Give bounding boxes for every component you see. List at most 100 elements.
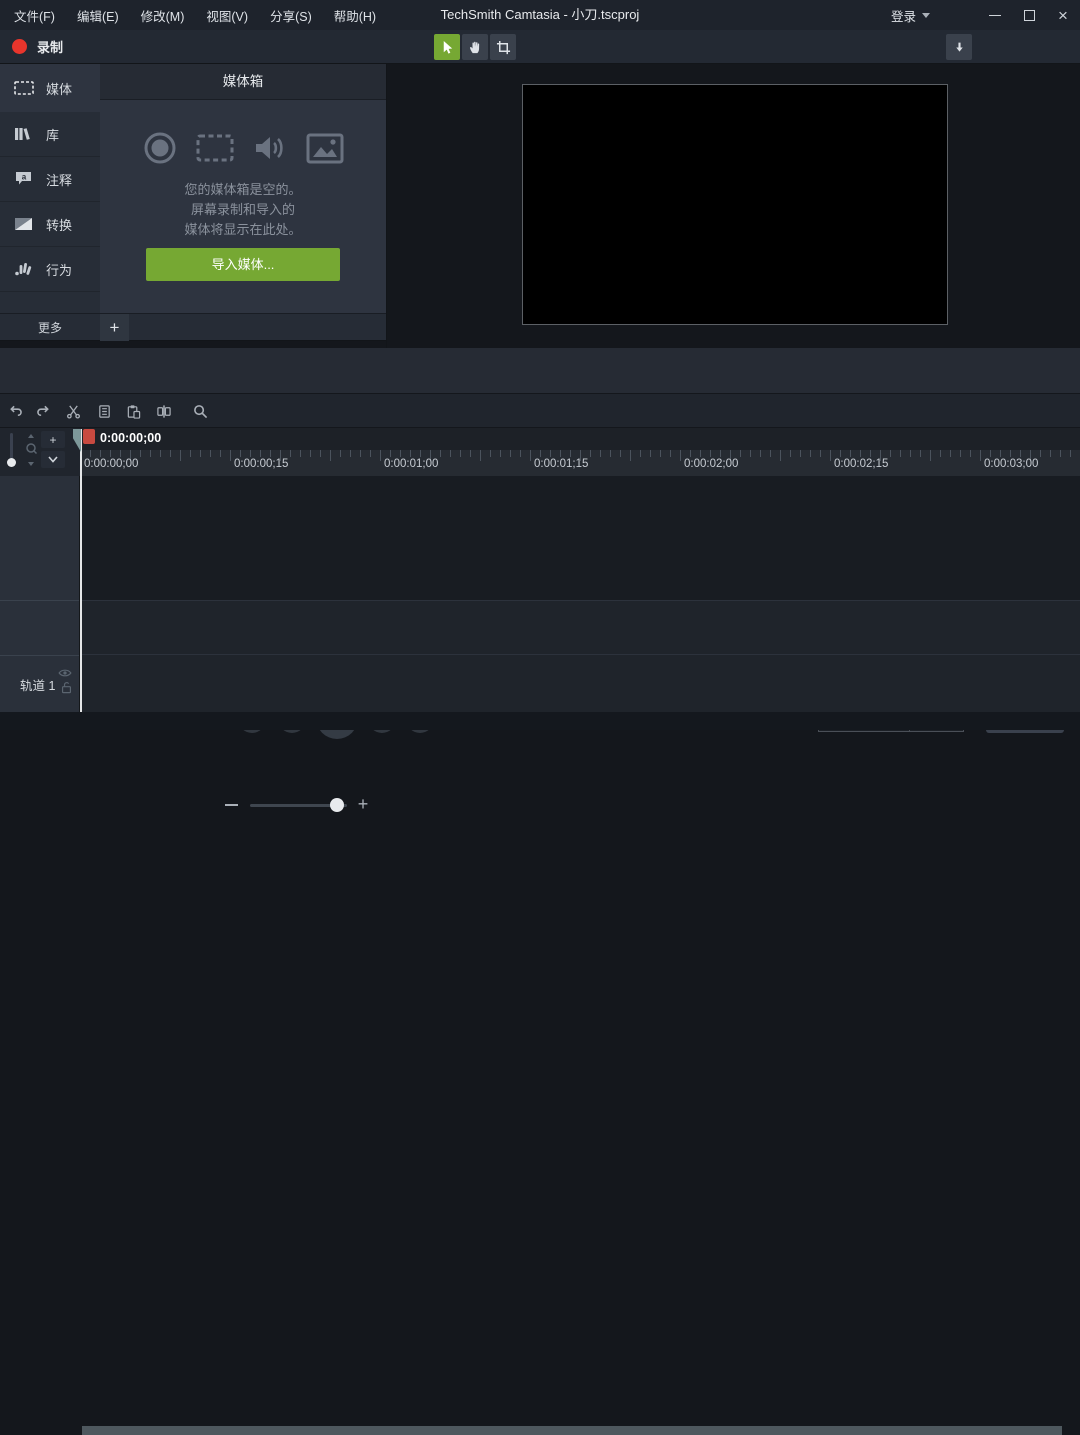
ruler-tick xyxy=(1000,450,1001,457)
record-button[interactable]: 录制 xyxy=(12,30,63,63)
sidebar-item-annotations[interactable]: a 注释 xyxy=(0,157,100,202)
ruler-tick xyxy=(550,450,551,457)
import-media-button[interactable]: 导入媒体... xyxy=(146,248,340,281)
ruler-tick xyxy=(610,450,611,457)
ruler-tick xyxy=(630,450,631,461)
signin-label: 登录 xyxy=(891,6,916,25)
zoom-in-button[interactable]: + xyxy=(356,798,370,812)
ruler-tick xyxy=(680,450,681,461)
add-track-button[interactable]: + xyxy=(41,431,65,448)
track-lock-toggle[interactable] xyxy=(61,681,72,694)
track-visibility-toggle[interactable] xyxy=(58,668,72,678)
track-options-button[interactable] xyxy=(41,451,65,468)
timeline-zoom-slider-knob[interactable] xyxy=(330,798,344,812)
timeline-tracks-area[interactable] xyxy=(80,476,1080,712)
track1-lane[interactable] xyxy=(80,655,1080,712)
record-circle-icon xyxy=(142,130,178,166)
ruler-tick xyxy=(620,450,621,457)
menu-modify[interactable]: 修改(M) xyxy=(130,0,196,30)
main-toolbar: 录制 22% 分享 xyxy=(0,30,1080,64)
close-button[interactable]: × xyxy=(1046,0,1080,30)
ruler-tick xyxy=(400,450,401,457)
minimize-button[interactable] xyxy=(978,0,1012,30)
horizontal-scrollbar-thumb[interactable] xyxy=(82,1426,1062,1435)
film-strip-icon xyxy=(14,80,34,96)
ruler-tick xyxy=(850,450,851,457)
sidebar-item-behaviors[interactable]: 行为 xyxy=(0,247,100,292)
track-height-slider-knob[interactable] xyxy=(7,458,16,467)
ruler-tick xyxy=(870,450,871,457)
eye-icon xyxy=(58,668,72,678)
playhead-out-marker[interactable] xyxy=(83,429,95,444)
timeline-corner-controls: + xyxy=(0,428,80,476)
ruler-tick xyxy=(970,450,971,457)
ruler-tick xyxy=(990,450,991,457)
split-button[interactable] xyxy=(152,399,176,423)
ruler-tick xyxy=(230,450,231,461)
timeline-toolbar: + xyxy=(0,394,1080,428)
ruler-tick xyxy=(490,450,491,457)
ruler-tick xyxy=(310,450,311,457)
menu-file[interactable]: 文件(F) xyxy=(3,0,66,30)
playback-bar: 00:00 / 00:00 30 fps 属性 xyxy=(0,348,1080,394)
sidebar-item-label: 库 xyxy=(46,125,59,144)
ruler-tick xyxy=(770,450,771,457)
sidebar-item-media[interactable]: 媒体 xyxy=(0,64,100,112)
add-media-button[interactable]: + xyxy=(100,314,129,341)
ruler-tick xyxy=(160,450,161,457)
copy-button[interactable] xyxy=(92,399,116,423)
panel-bottom-bar: 更多 + xyxy=(0,313,386,341)
maximize-button[interactable] xyxy=(1012,0,1046,30)
pan-tool-button[interactable] xyxy=(462,34,488,60)
crop-tool-button[interactable] xyxy=(490,34,516,60)
ruler-tick xyxy=(190,450,191,457)
ruler-tick xyxy=(410,450,411,457)
cut-button[interactable] xyxy=(61,399,85,423)
menu-edit[interactable]: 编辑(E) xyxy=(66,0,130,30)
ruler-tick xyxy=(950,450,951,457)
cursor-tool-button[interactable] xyxy=(434,34,460,60)
undo-button[interactable] xyxy=(4,399,28,423)
chevron-down-icon xyxy=(922,13,930,18)
timeline-zoom-button[interactable] xyxy=(188,399,212,423)
svg-text:a: a xyxy=(22,173,27,182)
zoom-out-button[interactable] xyxy=(225,804,238,806)
preview-stage[interactable] xyxy=(522,84,948,325)
minimize-icon xyxy=(989,15,1001,16)
timeline-ruler[interactable]: 0:00:00;00 0:00:00;15 0:00:01;00 0:00:01… xyxy=(80,428,1080,476)
menu-view[interactable]: 视图(V) xyxy=(195,0,259,30)
ruler-tick xyxy=(940,450,941,457)
split-icon xyxy=(156,404,172,419)
ruler-tick xyxy=(380,450,381,461)
export-download-button[interactable] xyxy=(946,34,972,60)
ruler-tick xyxy=(370,450,371,457)
ruler-tick xyxy=(830,450,831,461)
ruler-tick xyxy=(270,450,271,457)
menu-share[interactable]: 分享(S) xyxy=(259,0,323,30)
playhead-time-label: 0:00:00;00 xyxy=(100,431,161,445)
ruler-tick xyxy=(210,450,211,457)
playhead-line[interactable] xyxy=(80,429,82,712)
behaviors-icon xyxy=(14,261,34,277)
ruler-tick xyxy=(330,450,331,461)
empty-track-lane[interactable] xyxy=(80,600,1080,655)
paste-button[interactable] xyxy=(121,399,145,423)
media-bin-header: 媒体箱 xyxy=(100,64,386,100)
ruler-tick xyxy=(700,450,701,457)
track-zoom-icon xyxy=(24,433,38,469)
media-bin-panel: 媒体箱 您的媒体箱是空的。 屏幕录制和导入的 媒体将显示在此处。 导入媒体... xyxy=(100,64,386,313)
ruler-tick xyxy=(520,450,521,457)
redo-button[interactable] xyxy=(31,399,55,423)
menu-help[interactable]: 帮助(H) xyxy=(323,0,387,30)
ruler-tick xyxy=(710,450,711,457)
ruler-tick xyxy=(510,450,511,457)
more-tools-button[interactable]: 更多 xyxy=(0,319,100,336)
ruler-tick xyxy=(820,450,821,457)
sidebar-item-library[interactable]: 库 xyxy=(0,112,100,157)
signin-button[interactable]: 登录 xyxy=(891,0,930,30)
ruler-tick xyxy=(470,450,471,457)
sidebar-item-transitions[interactable]: 转换 xyxy=(0,202,100,247)
copy-icon xyxy=(97,404,112,419)
ruler-tick xyxy=(440,450,441,457)
ruler-tick xyxy=(960,450,961,457)
